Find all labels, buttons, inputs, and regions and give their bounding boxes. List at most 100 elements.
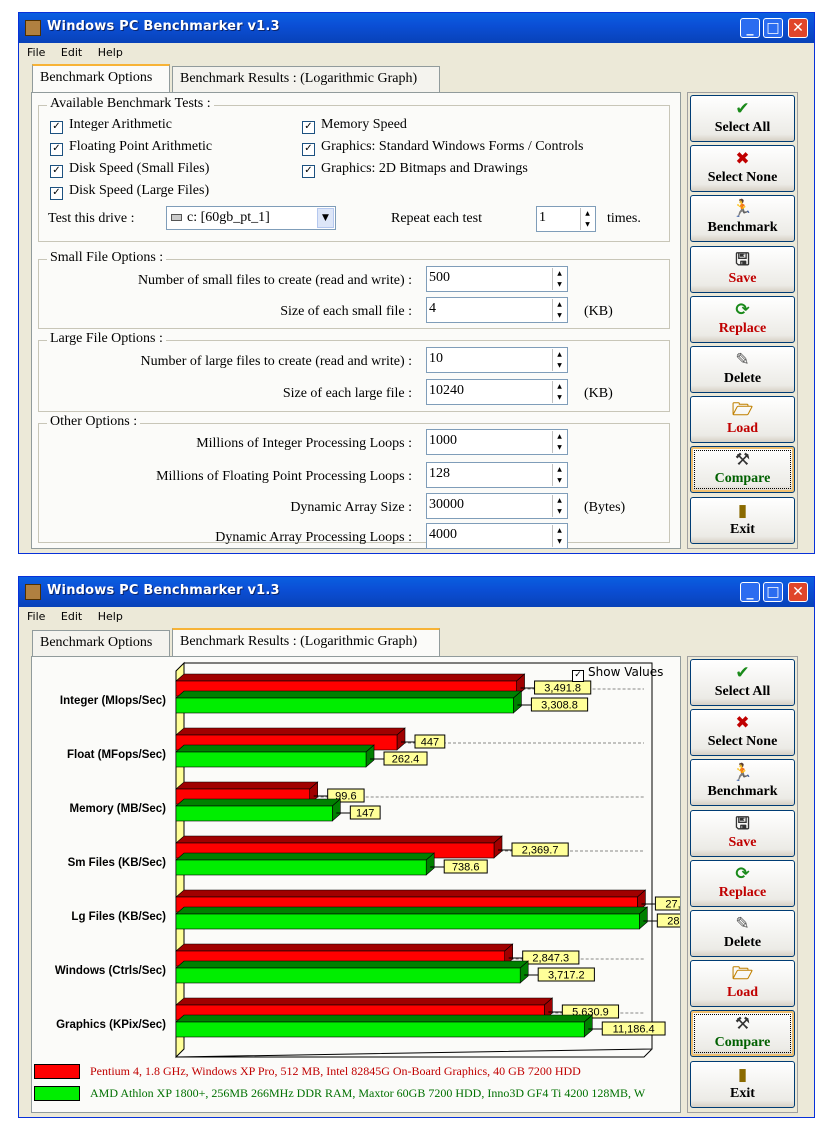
tab-benchmark-results[interactable]: Benchmark Results : (Logarithmic Graph) <box>172 628 440 656</box>
menu-file[interactable]: File <box>21 608 51 623</box>
tab-benchmark-results[interactable]: Benchmark Results : (Logarithmic Graph) <box>172 66 440 92</box>
int-loops-spinner[interactable]: 1000 ▲ ▼ <box>426 429 568 455</box>
large-size-spinner[interactable]: 10240 ▲ ▼ <box>426 379 568 405</box>
tab-benchmark-options[interactable]: Benchmark Options <box>32 630 170 656</box>
title-bar[interactable]: Windows PC Benchmarker v1.3 _ □ ✕ <box>19 577 814 607</box>
exit-button[interactable]: ▮ Exit <box>690 1060 795 1108</box>
test-memory-checkbox[interactable]: ✓ Memory Speed <box>302 117 407 134</box>
show-values-checkbox[interactable]: ✓ Show Values <box>572 665 663 682</box>
tab-benchmark-options[interactable]: Benchmark Options <box>32 64 170 92</box>
value-label: 11,186.4 <box>613 1024 655 1036</box>
delete-icon: ✎ <box>735 350 750 370</box>
exit-icon: ▮ <box>737 500 748 521</box>
menu-edit[interactable]: Edit <box>55 608 88 623</box>
test-integer-checkbox[interactable]: ✓ Integer Arithmetic <box>50 117 172 134</box>
large-size-unit: (KB) <box>584 386 613 401</box>
bar-top <box>175 852 436 861</box>
test-float-checkbox[interactable]: ✓ Floating Point Arithmetic <box>50 139 212 156</box>
spin-arrows-icon[interactable]: ▲ ▼ <box>552 464 566 486</box>
exit-button[interactable]: ▮ Exit <box>690 496 795 544</box>
replace-button[interactable]: ⟳ Replace <box>690 295 795 343</box>
button-label: Replace <box>718 320 767 336</box>
spin-arrows-icon[interactable]: ▲ ▼ <box>552 268 566 290</box>
app-icon <box>25 20 41 36</box>
repeat-spinner[interactable]: 1 ▲ ▼ <box>536 206 596 232</box>
select-all-button[interactable]: ✔ Select All <box>690 95 795 142</box>
menu-edit[interactable]: Edit <box>55 44 88 59</box>
select-none-button[interactable]: ✖ Select None <box>690 709 795 757</box>
title-bar[interactable]: Windows PC Benchmarker v1.3 _ □ ✕ <box>19 13 814 43</box>
benchmark-button[interactable]: 🏃 Benchmark <box>690 195 795 243</box>
bar-top <box>175 781 319 790</box>
options-window: Windows PC Benchmarker v1.3 _ □ ✕ File E… <box>18 12 815 554</box>
load-button[interactable]: 🗁 Load <box>690 960 795 1008</box>
folder-icon: 🗁 <box>731 400 754 421</box>
button-label: Compare <box>714 1035 771 1051</box>
float-loops-spinner[interactable]: 128 ▲ ▼ <box>426 462 568 488</box>
category-label: Float (MFops/Sec) <box>67 749 166 761</box>
load-button[interactable]: 🗁 Load <box>690 396 795 444</box>
menu-help[interactable]: Help <box>92 608 129 623</box>
drive-combo[interactable]: c: [60gb_pt_1] ▼ <box>166 206 336 230</box>
checkbox-check-icon: ✓ <box>302 143 315 156</box>
compare-button[interactable]: ⚒ Compare <box>690 1010 795 1058</box>
category-label: Memory (MB/Sec) <box>70 803 167 815</box>
spin-arrows-icon[interactable]: ▲ ▼ <box>552 299 566 321</box>
bar-top <box>175 835 503 844</box>
bar-top <box>175 1014 594 1023</box>
bar-top <box>175 798 342 807</box>
select-none-button[interactable]: ✖ Select None <box>690 145 795 193</box>
spin-arrows-icon[interactable]: ▲ ▼ <box>552 525 566 547</box>
menu-help[interactable]: Help <box>92 44 129 59</box>
maximize-button[interactable]: □ <box>763 18 783 38</box>
test-small-files-checkbox[interactable]: ✓ Disk Speed (Small Files) <box>50 161 209 178</box>
small-size-unit: (KB) <box>584 304 613 319</box>
bar-series-2 <box>175 859 427 876</box>
spin-arrows-icon[interactable]: ▲ ▼ <box>552 349 566 371</box>
action-sidebar: ✔ Select All ✖ Select None 🏃 Benchmark 🖫 Save ⟳ R… <box>687 656 798 1113</box>
chevron-down-icon[interactable]: ▼ <box>317 208 334 228</box>
bar-series-2 <box>175 697 514 714</box>
minimize-button[interactable]: _ <box>740 582 760 602</box>
spin-arrows-icon[interactable]: ▲ ▼ <box>580 208 594 230</box>
test-forms-checkbox[interactable]: ✓ Graphics: Standard Windows Forms / Cont… <box>302 139 583 156</box>
value-label: 2,369.7 <box>522 845 559 857</box>
test-bitmaps-checkbox[interactable]: ✓ Graphics: 2D Bitmaps and Drawings <box>302 161 528 178</box>
small-size-label: Size of each small file : <box>280 304 412 319</box>
save-button[interactable]: 🖫 Save <box>690 809 795 857</box>
spin-arrows-icon[interactable]: ▲ ▼ <box>552 381 566 403</box>
close-button[interactable]: ✕ <box>788 18 808 38</box>
spin-arrows-icon[interactable]: ▲ ▼ <box>552 495 566 517</box>
button-label: Load <box>726 421 759 437</box>
checkbox-check-icon: ✓ <box>50 121 63 134</box>
save-button[interactable]: 🖫 Save <box>690 245 795 293</box>
delete-button[interactable]: ✎ Delete <box>690 346 795 393</box>
small-count-spinner[interactable]: 500 ▲ ▼ <box>426 266 568 292</box>
legend-entry-2: AMD Athlon XP 1800+, 256MB 266MHz DDR RA… <box>34 1085 670 1103</box>
menu-file[interactable]: File <box>21 44 51 59</box>
repeat-unit: times. <box>607 211 641 226</box>
test-large-files-checkbox[interactable]: ✓ Disk Speed (Large Files) <box>50 183 209 200</box>
save-icon: 🖫 <box>735 249 750 270</box>
benchmark-button[interactable]: 🏃 Benchmark <box>690 759 795 807</box>
minimize-button[interactable]: _ <box>740 18 760 38</box>
delete-button[interactable]: ✎ Delete <box>690 910 795 957</box>
array-loops-spinner[interactable]: 4000 ▲ ▼ <box>426 523 568 549</box>
button-label: Benchmark <box>707 784 778 800</box>
replace-button[interactable]: ⟳ Replace <box>690 859 795 907</box>
maximize-button[interactable]: □ <box>763 582 783 602</box>
compare-icon: ⚒ <box>734 450 751 471</box>
category-label: Sm Files (KB/Sec) <box>68 857 167 869</box>
close-button[interactable]: ✕ <box>788 582 808 602</box>
checkbox-check-icon: ✓ <box>50 165 63 178</box>
select-all-button[interactable]: ✔ Select All <box>690 659 795 706</box>
compare-button[interactable]: ⚒ Compare <box>690 446 795 494</box>
button-label: Compare <box>714 471 771 487</box>
spin-arrows-icon[interactable]: ▲ ▼ <box>552 431 566 453</box>
small-size-spinner[interactable]: 4 ▲ ▼ <box>426 297 568 323</box>
button-label: Save <box>728 270 757 286</box>
button-label: Delete <box>723 935 762 950</box>
menu-bar: File Edit Help <box>21 44 129 62</box>
array-size-spinner[interactable]: 30000 ▲ ▼ <box>426 493 568 519</box>
large-count-spinner[interactable]: 10 ▲ ▼ <box>426 347 568 373</box>
